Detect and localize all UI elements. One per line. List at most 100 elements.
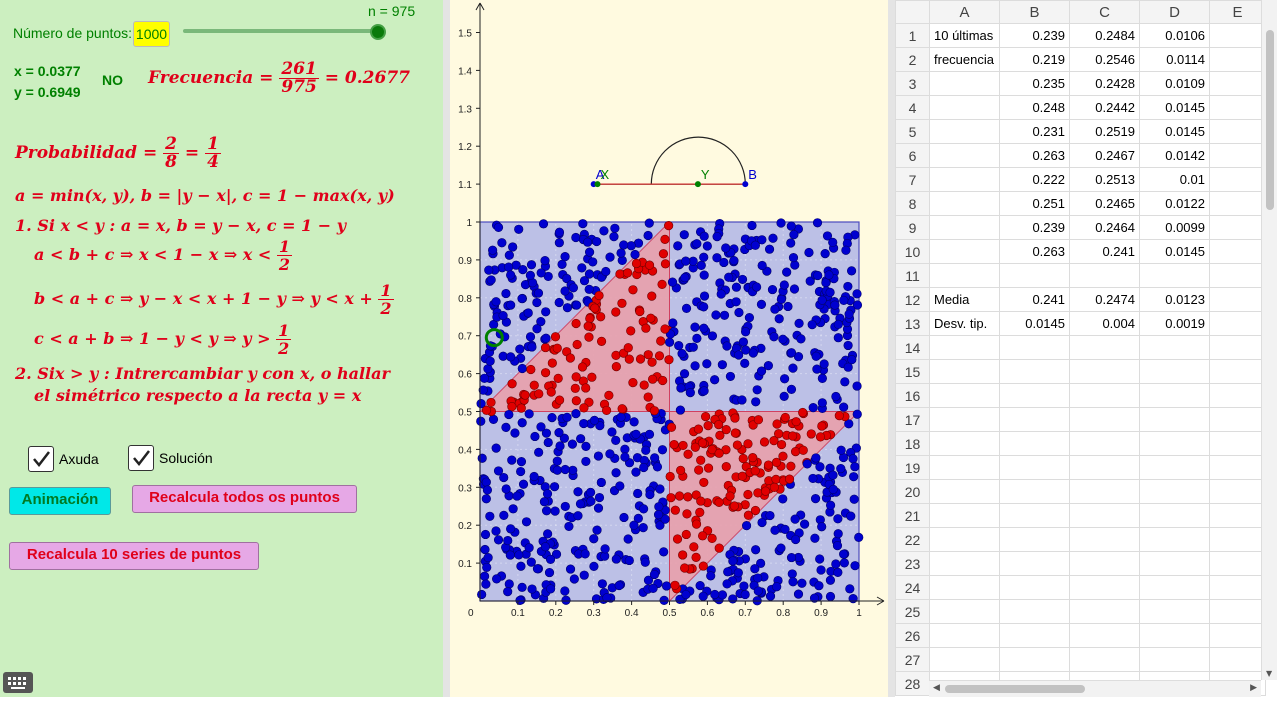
scroll-right-icon[interactable]: ▶	[1250, 683, 1257, 693]
column-header-b[interactable]: B	[999, 0, 1070, 24]
cell-d[interactable]	[1139, 527, 1210, 552]
cell-c[interactable]	[1069, 479, 1140, 504]
row-header[interactable]: 15	[895, 359, 930, 384]
cell-a[interactable]	[929, 239, 1000, 264]
row-header[interactable]: 18	[895, 431, 930, 456]
cell-a[interactable]	[929, 407, 1000, 432]
cell-b[interactable]: 0.251	[999, 191, 1070, 216]
cell-e[interactable]	[1209, 455, 1266, 480]
cell-d[interactable]	[1139, 359, 1210, 384]
cell-d[interactable]	[1139, 503, 1210, 528]
cell-c[interactable]	[1069, 647, 1140, 672]
cell-d[interactable]	[1139, 335, 1210, 360]
vertical-scroll-thumb[interactable]	[1266, 30, 1274, 210]
row-header[interactable]: 24	[895, 575, 930, 600]
cell-d[interactable]: 0.0145	[1139, 119, 1210, 144]
cell-a[interactable]	[929, 431, 1000, 456]
keyboard-icon[interactable]	[3, 672, 33, 693]
cell-d[interactable]	[1139, 407, 1210, 432]
row-header[interactable]: 10	[895, 239, 930, 264]
cell-e[interactable]	[1209, 575, 1266, 600]
recalcula-10-button[interactable]: Recalcula 10 series de puntos	[9, 542, 259, 570]
row-header[interactable]: 16	[895, 383, 930, 408]
cell-c[interactable]	[1069, 383, 1140, 408]
cell-d[interactable]	[1139, 647, 1210, 672]
cell-b[interactable]: 0.239	[999, 215, 1070, 240]
slider-track[interactable]	[183, 29, 383, 33]
cell-e[interactable]	[1209, 431, 1266, 456]
cell-d[interactable]: 0.0019	[1139, 311, 1210, 336]
cell-a[interactable]	[929, 71, 1000, 96]
cell-b[interactable]	[999, 623, 1070, 648]
row-header[interactable]: 8	[895, 191, 930, 216]
cell-d[interactable]	[1139, 551, 1210, 576]
cell-c[interactable]: 0.2474	[1069, 287, 1140, 312]
cell-d[interactable]: 0.0106	[1139, 23, 1210, 48]
solucion-checkbox[interactable]	[128, 445, 154, 471]
cell-e[interactable]	[1209, 599, 1266, 624]
cell-e[interactable]	[1209, 647, 1266, 672]
cell-e[interactable]	[1209, 527, 1266, 552]
cell-b[interactable]: 0.0145	[999, 311, 1070, 336]
slider-handle[interactable]	[370, 24, 386, 40]
corner-cell[interactable]	[895, 0, 930, 24]
cell-d[interactable]	[1139, 599, 1210, 624]
cell-e[interactable]	[1209, 263, 1266, 288]
column-header-d[interactable]: D	[1139, 0, 1210, 24]
cell-a[interactable]	[929, 575, 1000, 600]
cell-a[interactable]	[929, 119, 1000, 144]
cell-a[interactable]	[929, 359, 1000, 384]
cell-b[interactable]: 0.263	[999, 239, 1070, 264]
cell-e[interactable]	[1209, 407, 1266, 432]
cell-e[interactable]	[1209, 119, 1266, 144]
row-header[interactable]: 25	[895, 599, 930, 624]
column-header-e[interactable]: E	[1209, 0, 1266, 24]
row-header[interactable]: 17	[895, 407, 930, 432]
cell-c[interactable]: 0.004	[1069, 311, 1140, 336]
cell-b[interactable]	[999, 527, 1070, 552]
cell-b[interactable]	[999, 647, 1070, 672]
num-puntos-input[interactable]: 1000	[133, 21, 170, 47]
cell-a[interactable]	[929, 167, 1000, 192]
row-header[interactable]: 13	[895, 311, 930, 336]
cell-b[interactable]: 0.231	[999, 119, 1070, 144]
cell-b[interactable]: 0.219	[999, 47, 1070, 72]
column-header-a[interactable]: A	[929, 0, 1000, 24]
cell-c[interactable]	[1069, 575, 1140, 600]
cell-d[interactable]: 0.0122	[1139, 191, 1210, 216]
horizontal-scroll-thumb[interactable]	[945, 685, 1085, 693]
row-header[interactable]: 20	[895, 479, 930, 504]
cell-d[interactable]	[1139, 455, 1210, 480]
cell-c[interactable]: 0.2465	[1069, 191, 1140, 216]
cell-d[interactable]: 0.0114	[1139, 47, 1210, 72]
panel-divider[interactable]	[888, 0, 895, 697]
cell-e[interactable]	[1209, 47, 1266, 72]
row-header[interactable]: 2	[895, 47, 930, 72]
row-header[interactable]: 4	[895, 95, 930, 120]
axuda-checkbox[interactable]	[28, 446, 54, 472]
row-header[interactable]: 9	[895, 215, 930, 240]
column-header-c[interactable]: C	[1069, 0, 1140, 24]
cell-e[interactable]	[1209, 95, 1266, 120]
cell-d[interactable]	[1139, 431, 1210, 456]
cell-e[interactable]	[1209, 143, 1266, 168]
vertical-scrollbar[interactable]: ▼	[1261, 0, 1277, 680]
cell-c[interactable]: 0.2513	[1069, 167, 1140, 192]
cell-c[interactable]	[1069, 407, 1140, 432]
cell-a[interactable]	[929, 527, 1000, 552]
cell-b[interactable]	[999, 407, 1070, 432]
cell-c[interactable]	[1069, 335, 1140, 360]
cell-a[interactable]: 10 últimas	[929, 23, 1000, 48]
cell-c[interactable]	[1069, 503, 1140, 528]
row-header[interactable]: 21	[895, 503, 930, 528]
row-header[interactable]: 28	[895, 671, 930, 696]
cell-d[interactable]	[1139, 263, 1210, 288]
cell-e[interactable]	[1209, 503, 1266, 528]
scroll-down-icon[interactable]: ▼	[1266, 669, 1272, 678]
cell-e[interactable]	[1209, 71, 1266, 96]
panel-divider[interactable]	[443, 0, 450, 697]
cell-b[interactable]	[999, 479, 1070, 504]
cell-d[interactable]	[1139, 575, 1210, 600]
cell-b[interactable]	[999, 551, 1070, 576]
cell-c[interactable]	[1069, 551, 1140, 576]
